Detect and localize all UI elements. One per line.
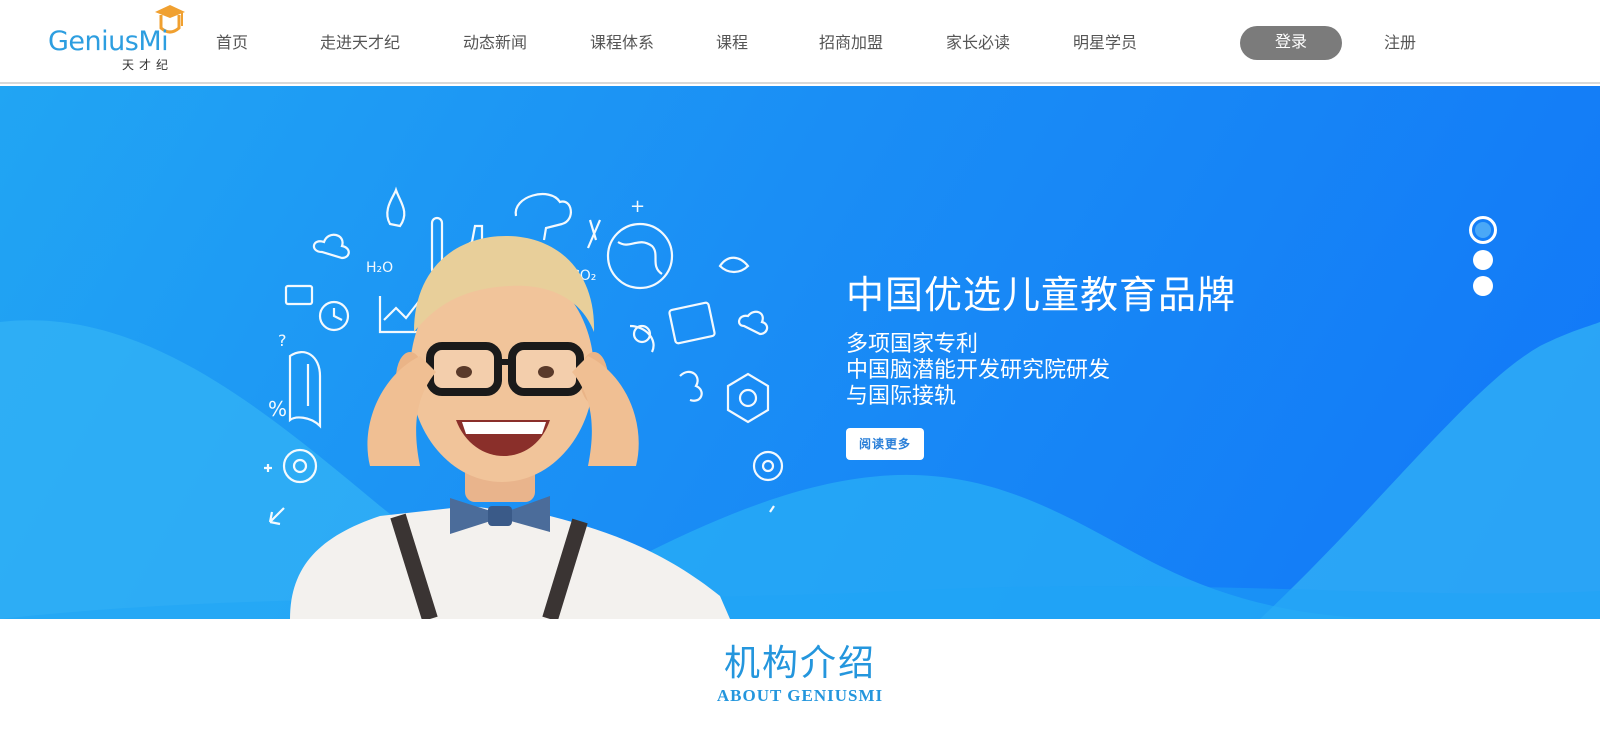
nav-item-franchise[interactable]: 招商加盟 xyxy=(819,29,883,53)
nav-item-course-system[interactable]: 课程体系 xyxy=(590,29,654,53)
svg-text:%: % xyxy=(268,397,287,421)
banner-subtitle: 多项国家专利 中国脑潜能开发研究院研发 与国际接轨 xyxy=(846,332,1236,410)
nav-item-courses[interactable]: 课程 xyxy=(716,29,748,53)
banner-line-patents: 多项国家专利 xyxy=(846,332,979,357)
nav-item-parents[interactable]: 家长必读 xyxy=(946,29,1010,53)
about-title-en: ABOUT GENIUSMI xyxy=(716,686,884,705)
login-button[interactable]: 登录 xyxy=(1240,26,1342,60)
carousel-dot-1[interactable] xyxy=(1469,216,1497,244)
nav-item-star-students[interactable]: 明星学员 xyxy=(1073,29,1137,53)
nav-item-news[interactable]: 动态新闻 xyxy=(463,29,527,53)
nav-item-about[interactable]: 走进天才纪 xyxy=(320,29,400,53)
banner-title: 中国优选儿童教育品牌 xyxy=(846,273,1237,317)
about-title-cn: 机构介绍 xyxy=(723,643,876,684)
about-section-heading: 机构介绍 ABOUT GENIUSMI xyxy=(0,640,1600,706)
svg-text:?: ? xyxy=(278,331,287,350)
carousel-dot-2[interactable] xyxy=(1473,250,1493,270)
banner-line-international: 与国际接轨 xyxy=(846,384,957,409)
child-with-glasses-illustration: H₂O CO₂ % ? + xyxy=(264,186,784,619)
banner-copy: 中国优选儿童教育品牌 多项国家专利 中国脑潜能开发研究院研发 与国际接轨 xyxy=(846,272,1236,410)
banner-line-research: 中国脑潜能开发研究院研发 xyxy=(846,358,1111,383)
main-nav: 首页 走进天才纪 动态新闻 课程体系 课程 招商加盟 家长必读 明星学员 xyxy=(0,0,1600,84)
nav-item-home[interactable]: 首页 xyxy=(216,29,248,53)
carousel-dot-3[interactable] xyxy=(1473,276,1493,296)
register-link[interactable]: 注册 xyxy=(1384,29,1416,53)
read-more-button[interactable]: 阅读更多 xyxy=(846,428,924,460)
site-header: GeniusMi 天才纪 首页 走进天才纪 动态新闻 课程体系 课程 招商加盟 … xyxy=(0,0,1600,84)
svg-text:H₂O: H₂O xyxy=(366,260,393,276)
svg-text:+: + xyxy=(630,196,645,217)
hero-banner: H₂O CO₂ % ? + 中国优选儿童教育品牌 多项国家专利 中国脑潜能开发研… xyxy=(0,86,1600,619)
